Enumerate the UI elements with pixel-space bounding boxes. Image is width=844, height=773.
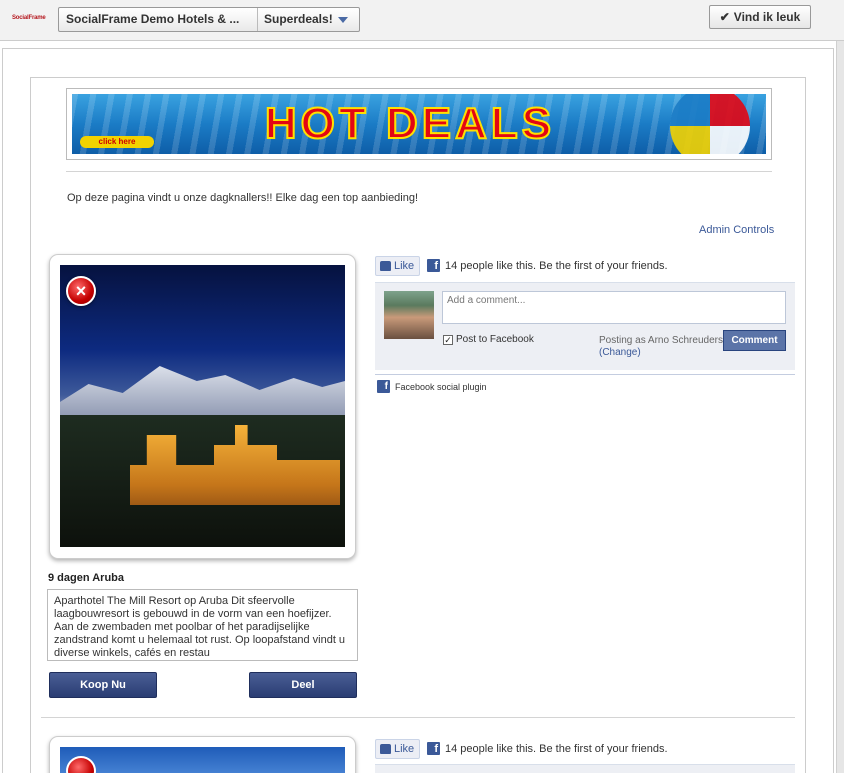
page-name[interactable]: SocialFrame Demo Hotels & ... [59,8,258,31]
deal-photo[interactable] [60,265,345,547]
like-page-label: Vind ik leuk [733,10,801,24]
like-count-text: 14 people like this. Be the first of you… [445,742,668,755]
post-to-facebook-label: Post to Facebook [456,334,534,345]
like-page-button[interactable]: ✔ Vind ik leuk [709,5,811,29]
deal-title: 9 dagen Aruba [48,572,124,584]
post-to-facebook-checkbox[interactable]: ✓ [443,334,453,345]
comment-input[interactable]: Add a comment... [442,291,786,324]
click-here-button[interactable]: click here [80,136,154,148]
facebook-icon: f [427,259,440,272]
divider [66,171,772,172]
share-button[interactable]: Deel [249,672,357,698]
beach-ball-image [670,94,750,154]
deal-description: Aparthotel The Mill Resort op Aruba Dit … [47,589,358,661]
comment-box [375,764,795,773]
posting-as: Posting as Arno Schreuders (Change) [599,335,723,359]
tab-label: Superdeals! [264,12,333,26]
buy-now-button[interactable]: Koop Nu [49,672,157,698]
page-selector[interactable]: SocialFrame Demo Hotels & ... Superdeals… [58,7,360,32]
facebook-icon: f [377,380,390,393]
post-to-facebook-option[interactable]: ✓ Post to Facebook [443,334,534,345]
fb-like-button[interactable]: Like [375,256,421,276]
checkmark-icon: ✔ [719,10,730,24]
facebook-social-plugin[interactable]: f Facebook social plugin [377,380,487,393]
facebook-icon: f [427,742,440,755]
top-bar: SocialFrame SocialFrame Demo Hotels & ..… [0,0,844,41]
close-icon[interactable]: × [66,276,96,306]
admin-controls-link[interactable]: Admin Controls [699,224,774,236]
banner-headline: HOT DEALS [264,99,556,149]
chevron-down-icon [337,16,348,23]
like-count: f 14 people like this. Be the first of y… [427,259,668,272]
like-label: Like [394,743,415,755]
thumbs-up-icon [380,261,391,271]
like-count-text: 14 people like this. Be the first of you… [445,259,668,272]
deal-photo[interactable] [60,747,345,773]
change-link[interactable]: (Change) [599,347,723,359]
like-label: Like [394,260,415,272]
comment-button[interactable]: Comment [723,330,786,351]
divider [375,374,795,375]
like-count: f 14 people like this. Be the first of y… [427,742,668,755]
hot-deals-banner[interactable]: HOT DEALS click here [72,94,766,154]
thumbs-up-icon [380,744,391,754]
fb-like-button[interactable]: Like [375,739,421,759]
social-plugin-label: Facebook social plugin [395,381,487,392]
socialframe-logo[interactable]: SocialFrame [12,10,52,26]
mountain-shape [60,366,345,420]
posting-as-text: Posting as Arno Schreuders [599,335,723,346]
scrollbar[interactable] [836,41,844,773]
tab-selector[interactable]: Superdeals! [258,8,359,31]
intro-text: Op deze pagina vindt u onze dagknallers!… [67,192,419,204]
avatar[interactable] [384,291,434,339]
divider [41,717,795,718]
